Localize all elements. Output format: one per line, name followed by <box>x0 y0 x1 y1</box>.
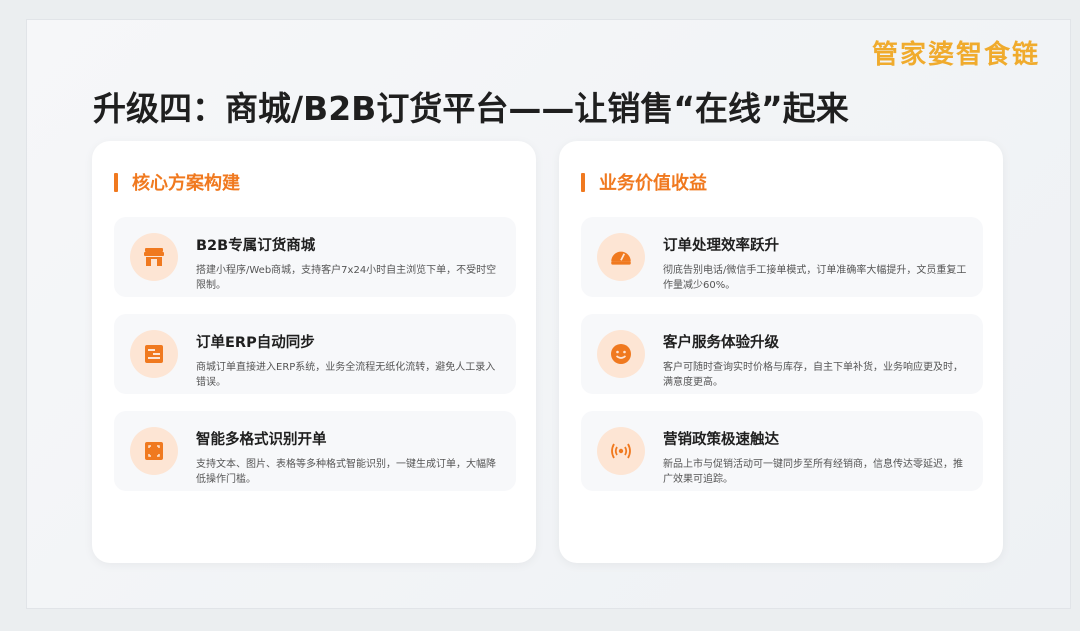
item-title: B2B专属订货商城 <box>196 238 316 254</box>
panel-heading-label: 核心方案构建 <box>132 173 240 194</box>
item-desc: 客户可随时查询实时价格与库存，自主下单补货，业务响应更及时，满意度更高。 <box>663 362 963 388</box>
item-desc: 搭建小程序/Web商城，支持客户7x24小时自主浏览下单，不受时空限制。 <box>196 265 497 291</box>
page-title: 升级四：商城/B2B订货平台——让销售“在线”起来 <box>93 89 849 128</box>
heading-accent-bar <box>114 172 118 192</box>
item-title: 智能多格式识别开单 <box>196 432 327 448</box>
item-desc: 支持文本、图片、表格等多种格式智能识别，一键生成订单，大幅降低操作门槛。 <box>196 459 496 485</box>
scan-icon <box>130 427 178 475</box>
list-item: 订单ERP自动同步 商城订单直接进入ERP系统，业务全流程无纸化流转，避免人工录… <box>114 314 516 394</box>
list-item: B2B专属订货商城 搭建小程序/Web商城，支持客户7x24小时自主浏览下单，不… <box>114 217 516 297</box>
list-item: 营销政策极速触达 新品上市与促销活动可一键同步至所有经销商，信息传达零延迟，推广… <box>581 411 983 491</box>
business-value-panel: 业务价值收益 订单处理效率跃升 彻底告别电话/微信手工接单模式，订单准确率大幅提… <box>559 141 1003 563</box>
item-desc: 彻底告别电话/微信手工接单模式，订单准确率大幅提升，文员重复工作量减少60%。 <box>663 265 967 291</box>
panel-heading: 核心方案构建 <box>114 171 240 194</box>
heading-accent-bar <box>581 172 585 192</box>
item-title: 客户服务体验升级 <box>663 335 779 351</box>
brand-logo: 管家婆智食链 <box>871 40 1040 70</box>
panel-heading: 业务价值收益 <box>581 171 707 194</box>
slide: 管家婆智食链 升级四：商城/B2B订货平台——让销售“在线”起来 核心方案构建 … <box>26 19 1071 609</box>
list-item: 客户服务体验升级 客户可随时查询实时价格与库存，自主下单补货，业务响应更及时，满… <box>581 314 983 394</box>
item-title: 订单ERP自动同步 <box>196 335 315 351</box>
item-desc: 新品上市与促销活动可一键同步至所有经销商，信息传达零延迟，推广效果可追踪。 <box>663 459 963 485</box>
list-item: 智能多格式识别开单 支持文本、图片、表格等多种格式智能识别，一键生成订单，大幅降… <box>114 411 516 491</box>
list-item: 订单处理效率跃升 彻底告别电话/微信手工接单模式，订单准确率大幅提升，文员重复工… <box>581 217 983 297</box>
item-title: 营销政策极速触达 <box>663 432 779 448</box>
smile-icon <box>597 330 645 378</box>
item-desc: 商城订单直接进入ERP系统，业务全流程无纸化流转，避免人工录入错误。 <box>196 362 496 388</box>
broadcast-icon <box>597 427 645 475</box>
storefront-icon <box>130 233 178 281</box>
sync-doc-icon <box>130 330 178 378</box>
gauge-icon <box>597 233 645 281</box>
item-title: 订单处理效率跃升 <box>663 238 779 254</box>
core-solution-panel: 核心方案构建 B2B专属订货商城 搭建小程序/Web商城，支持客户7x24小时自… <box>92 141 536 563</box>
panel-heading-label: 业务价值收益 <box>599 173 707 194</box>
